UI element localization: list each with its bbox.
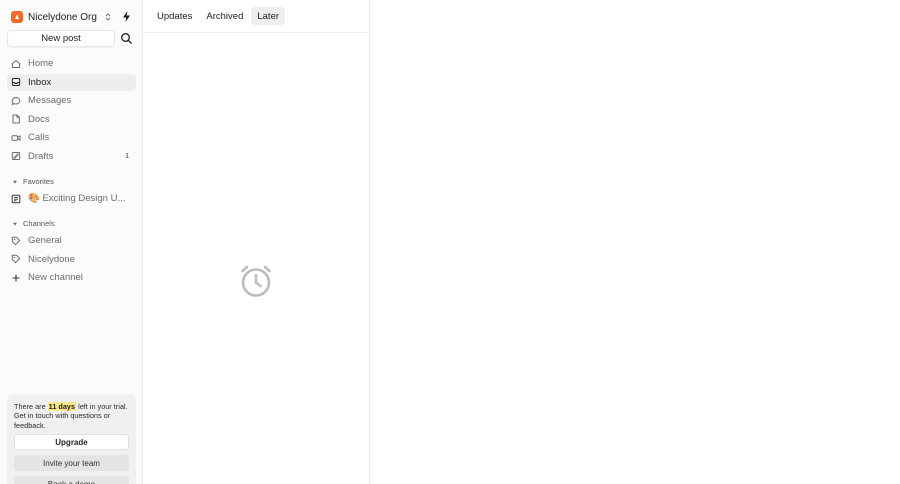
doc-list-icon (11, 194, 21, 204)
tabs-divider (143, 32, 370, 33)
channel-item-nicelydone[interactable]: Nicelydone (7, 251, 136, 269)
drafts-icon (11, 152, 21, 161)
message-icon (11, 96, 21, 106)
nav-item-docs[interactable]: Docs (7, 111, 136, 129)
channel-item-label: General (28, 235, 62, 247)
alarm-clock-icon (241, 265, 271, 297)
channel-item-label: Nicelydone (28, 253, 75, 265)
nav-item-label: Messages (28, 95, 72, 107)
favorite-item[interactable]: 🎨 Exciting Design U... (7, 190, 136, 208)
video-icon (11, 134, 21, 141)
doc-icon (12, 114, 20, 124)
sidebar: Nicelydone Org New post Home Inbox Messa… (0, 0, 143, 484)
favorite-item-label: 🎨 Exciting Design U... (28, 193, 126, 205)
caret-down-icon (13, 222, 17, 225)
search-icon[interactable] (120, 32, 133, 45)
home-icon (12, 59, 20, 68)
new-channel-label: New channel (28, 272, 83, 284)
favorites-list: 🎨 Exciting Design U... (7, 190, 136, 209)
org-logo-icon (11, 11, 23, 23)
detail-pane (370, 0, 900, 484)
nav-item-home[interactable]: Home (7, 55, 136, 73)
favorites-title: Favorites (23, 177, 54, 186)
book-demo-button[interactable]: Book a demo (14, 476, 129, 484)
channels-title: Channels (23, 219, 55, 228)
channels-section-toggle[interactable]: Channels (12, 219, 55, 228)
channel-icon (11, 236, 21, 246)
nav-item-label: Drafts (28, 150, 54, 162)
nav-item-drafts[interactable]: Drafts 1 (7, 148, 136, 166)
main-nav: Home Inbox Messages Docs Calls Drafts 1 (7, 55, 136, 166)
nav-item-label: Docs (28, 113, 50, 125)
channels-list: General Nicelydone New channel (7, 232, 136, 288)
chevron-updown-icon (105, 13, 111, 21)
nav-item-label: Calls (28, 132, 50, 144)
channel-item-general[interactable]: General (7, 232, 136, 250)
inbox-list-pane: Updates Archived Later (143, 0, 370, 484)
trial-text-before: There are (14, 402, 48, 411)
tab-later[interactable]: Later (251, 7, 286, 25)
tab-archived[interactable]: Archived (200, 7, 249, 25)
lightning-icon[interactable] (120, 10, 133, 23)
nav-item-calls[interactable]: Calls (7, 129, 136, 147)
new-channel-button[interactable]: New channel (7, 269, 136, 287)
invite-team-button[interactable]: Invite your team (14, 455, 129, 471)
nav-item-label: Inbox (28, 76, 52, 88)
inbox-tabs: Updates Archived Later (151, 7, 286, 25)
caret-down-icon (13, 180, 17, 183)
favorites-section-toggle[interactable]: Favorites (12, 177, 54, 186)
plus-icon (12, 274, 20, 282)
nav-item-inbox[interactable]: Inbox (7, 73, 136, 91)
org-name: Nicelydone Org (28, 11, 97, 23)
trial-days-highlight: 11 days (47, 402, 77, 411)
trial-card: There are 11 days left in your trial. Ge… (7, 394, 136, 484)
inbox-icon (11, 78, 21, 87)
tab-updates[interactable]: Updates (151, 7, 198, 25)
trial-message: There are 11 days left in your trial. Ge… (14, 402, 129, 430)
new-post-button[interactable]: New post (7, 30, 115, 47)
org-switcher[interactable]: Nicelydone Org (11, 9, 112, 25)
drafts-count-badge: 1 (125, 152, 129, 160)
upgrade-button[interactable]: Upgrade (14, 434, 129, 450)
nav-item-label: Home (28, 58, 54, 70)
nav-item-messages[interactable]: Messages (7, 92, 136, 110)
channel-icon (11, 255, 21, 264)
